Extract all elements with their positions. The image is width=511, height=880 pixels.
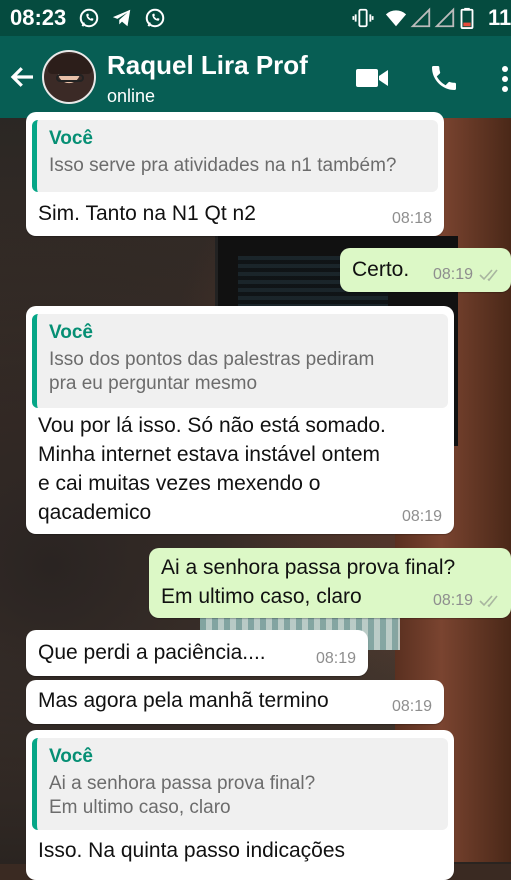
telegram-icon xyxy=(112,9,131,27)
message-incoming[interactable]: Você Isso dos pontos das palestras pedir… xyxy=(26,306,454,534)
status-time: 08:23 xyxy=(10,5,67,30)
message-text: Que perdi a paciência.... xyxy=(38,641,266,664)
battery-icon xyxy=(460,7,474,29)
message-incoming[interactable]: Que perdi a paciência.... 08:19 xyxy=(26,630,368,676)
signal-icon xyxy=(434,7,455,28)
whatsapp-icon xyxy=(145,8,165,28)
whatsapp-icon xyxy=(79,8,99,28)
message-time: 08:19 xyxy=(433,266,503,284)
video-call-icon[interactable] xyxy=(355,64,389,92)
read-ticks-icon xyxy=(479,269,498,282)
message-time: 08:18 xyxy=(391,210,432,227)
contact-status: online xyxy=(107,86,156,106)
message-outgoing[interactable]: Ai a senhora passa prova final? Em ultim… xyxy=(149,548,511,618)
quote-author: Você xyxy=(49,322,94,343)
chat-header: Raquel Lira Prof online xyxy=(0,36,511,118)
quote-text: Isso serve pra atividades na n1 também? xyxy=(49,155,397,176)
quote-text: Isso dos pontos das palestras pediram pr… xyxy=(49,349,375,394)
avatar[interactable] xyxy=(42,50,96,104)
message-time: 08:19 xyxy=(391,698,432,715)
message-outgoing[interactable]: Certo. 08:19 xyxy=(340,248,511,292)
read-ticks-icon xyxy=(479,595,498,608)
status-bar: 08:23 11 xyxy=(0,0,511,36)
message-time: 08:19 xyxy=(315,650,356,667)
message-time: 08:19 xyxy=(433,592,503,610)
message-incoming[interactable]: Você Isso serve pra atividades na n1 tam… xyxy=(26,112,444,236)
message-text: Sim. Tanto na N1 Qt n2 xyxy=(38,202,256,225)
quote-author: Você xyxy=(49,128,94,149)
message-text: Certo. xyxy=(352,258,410,281)
quoted-message[interactable]: Você Isso dos pontos das palestras pedir… xyxy=(32,314,448,408)
contact-name[interactable]: Raquel Lira Prof xyxy=(107,50,308,81)
quoted-message[interactable]: Você Isso serve pra atividades na n1 tam… xyxy=(32,120,438,192)
message-text: Ai a senhora passa prova final? Em ultim… xyxy=(161,556,456,608)
quote-text: Ai a senhora passa prova final? Em ultim… xyxy=(49,773,316,818)
battery-percent: 11 xyxy=(488,5,511,30)
more-options-icon[interactable] xyxy=(500,66,510,92)
message-time: 08:19 xyxy=(401,508,442,525)
vibrate-icon xyxy=(352,8,374,28)
message-incoming[interactable]: Mas agora pela manhã termino 08:19 xyxy=(26,680,444,724)
message-incoming[interactable]: Você Ai a senhora passa prova final? Em … xyxy=(26,730,454,880)
message-text: Vou por lá isso. Só não está somado. Min… xyxy=(38,414,386,524)
phone-call-icon[interactable] xyxy=(428,62,460,94)
wifi-icon xyxy=(385,10,407,27)
message-text: Mas agora pela manhã termino xyxy=(38,689,329,712)
message-text: Isso. Na quinta passo indicações xyxy=(38,839,346,862)
signal-icon xyxy=(410,7,431,28)
back-arrow-icon[interactable] xyxy=(8,62,38,92)
quoted-message[interactable]: Você Ai a senhora passa prova final? Em … xyxy=(32,738,448,830)
quote-author: Você xyxy=(49,746,94,767)
